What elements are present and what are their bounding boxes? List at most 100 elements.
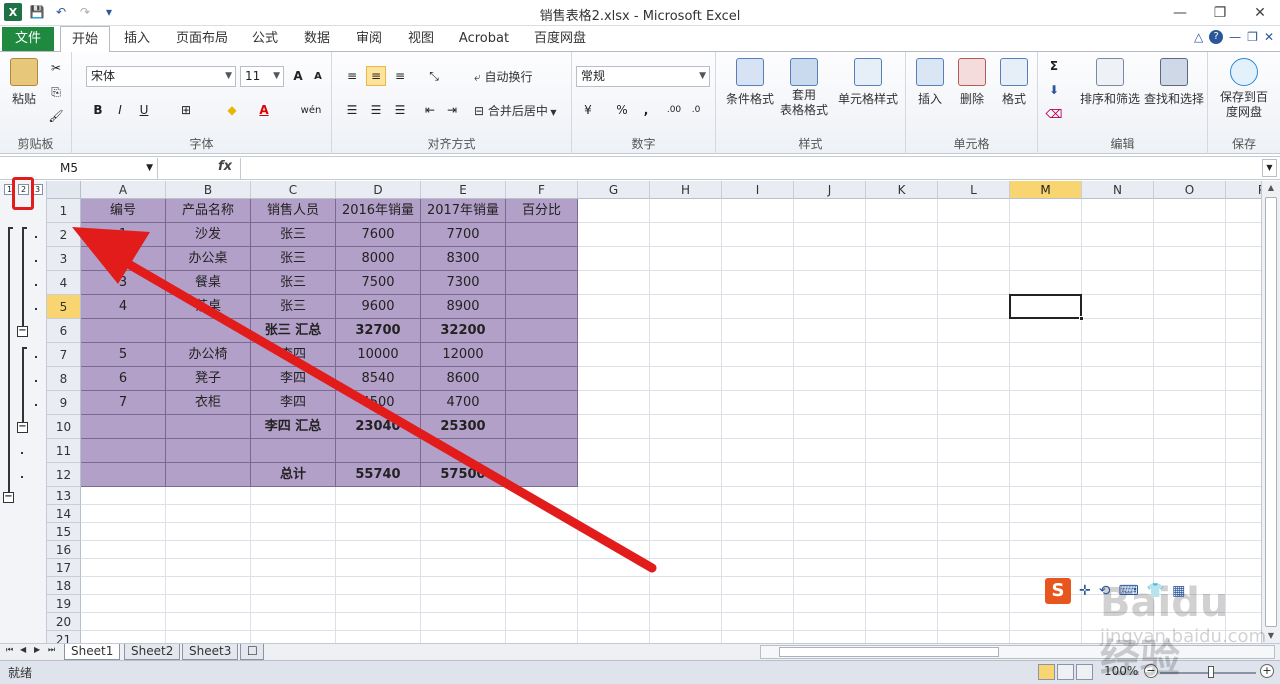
row-header[interactable]: 11 (47, 439, 81, 463)
column-header[interactable]: M (1010, 181, 1082, 199)
paste-button[interactable]: 粘贴 (6, 58, 42, 107)
grid-cell[interactable] (1226, 439, 1261, 463)
grid-cell[interactable] (578, 541, 650, 559)
table-cell[interactable] (166, 439, 251, 463)
wrap-text-button[interactable]: ⤶ 自动换行 (474, 68, 564, 85)
table-cell[interactable]: 办公桌 (166, 247, 251, 271)
grid-cell[interactable] (1226, 367, 1261, 391)
row-header[interactable]: 7 (47, 343, 81, 367)
table-cell[interactable]: 凳子 (166, 367, 251, 391)
normal-view-button[interactable] (1038, 664, 1055, 680)
help-icon[interactable]: ? (1209, 30, 1224, 44)
format-cells-button[interactable]: 格式 (994, 58, 1034, 107)
grid-cell[interactable] (421, 613, 506, 631)
grid-cell[interactable] (722, 271, 794, 295)
grid-cell[interactable] (1226, 199, 1261, 223)
tab-view[interactable]: 视图 (398, 26, 444, 52)
grid-cell[interactable] (794, 541, 866, 559)
grid-cell[interactable] (866, 613, 938, 631)
grid-cell[interactable] (650, 295, 722, 319)
grid-cell[interactable] (81, 595, 166, 613)
table-cell[interactable] (506, 463, 578, 487)
grid-cell[interactable] (1010, 487, 1082, 505)
grid-cell[interactable] (794, 487, 866, 505)
grid-cell[interactable] (650, 463, 722, 487)
grid-cell[interactable] (866, 343, 938, 367)
name-box[interactable]: M5 ▼ (0, 158, 158, 179)
table-cell[interactable]: 7300 (421, 271, 506, 295)
ime-keyboard-icon[interactable]: ⌨ (1118, 583, 1138, 599)
row-header[interactable]: 4 (47, 271, 81, 295)
grid-cell[interactable] (1082, 559, 1154, 577)
grid-cell[interactable] (1226, 505, 1261, 523)
grid-cell[interactable] (421, 487, 506, 505)
grid-cell[interactable] (1010, 367, 1082, 391)
grid-cell[interactable] (336, 559, 421, 577)
close-button[interactable]: ✕ (1240, 0, 1280, 26)
grid-cell[interactable] (578, 613, 650, 631)
grid-cell[interactable] (722, 577, 794, 595)
grid-cell[interactable] (866, 541, 938, 559)
scroll-up-icon[interactable]: ▲ (1262, 181, 1280, 195)
grid-cell[interactable] (866, 199, 938, 223)
active-cell-outline[interactable] (1009, 294, 1084, 321)
collapse-group-zhangsan-button[interactable]: − (17, 326, 28, 337)
table-cell[interactable]: 茶桌 (166, 295, 251, 319)
grid-cell[interactable] (1226, 415, 1261, 439)
grid-cell[interactable] (1010, 199, 1082, 223)
grid-cell[interactable] (81, 541, 166, 559)
grid-cell[interactable] (1154, 631, 1226, 643)
italic-button[interactable]: I (110, 100, 130, 120)
font-color-button[interactable]: A (254, 100, 274, 120)
grid-cell[interactable] (794, 613, 866, 631)
grid-cell[interactable] (866, 487, 938, 505)
table-cell[interactable]: 李四 汇总 (251, 415, 336, 439)
grid-cell[interactable] (722, 295, 794, 319)
table-cell[interactable]: 9600 (336, 295, 421, 319)
table-cell[interactable]: 6 (81, 367, 166, 391)
grid-cell[interactable] (938, 559, 1010, 577)
grid-cell[interactable] (1082, 271, 1154, 295)
table-cell[interactable]: 张三 (251, 271, 336, 295)
grid-cell[interactable] (251, 505, 336, 523)
grid-cell[interactable] (938, 343, 1010, 367)
grid-cell[interactable] (1082, 523, 1154, 541)
grid-cell[interactable] (1226, 343, 1261, 367)
table-cell[interactable] (81, 319, 166, 343)
grid-cell[interactable] (506, 613, 578, 631)
grid-cell[interactable] (794, 577, 866, 595)
grid-cell[interactable] (866, 223, 938, 247)
zoom-level[interactable]: 100% (1104, 664, 1138, 678)
table-cell[interactable] (251, 439, 336, 463)
table-cell[interactable]: 7 (81, 391, 166, 415)
grid-cell[interactable] (650, 343, 722, 367)
grid-cell[interactable] (650, 247, 722, 271)
grid-cell[interactable] (1226, 391, 1261, 415)
phonetic-button[interactable]: wén (296, 100, 326, 120)
column-header[interactable]: E (421, 181, 506, 199)
grid-cell[interactable] (1154, 541, 1226, 559)
grid-cell[interactable] (722, 439, 794, 463)
formula-input[interactable] (240, 158, 1258, 179)
grid-cell[interactable] (1010, 319, 1082, 343)
decrease-decimal-icon[interactable]: .0 (686, 100, 706, 120)
grid-cell[interactable] (1226, 631, 1261, 643)
table-cell[interactable]: 李四 (251, 391, 336, 415)
tab-data[interactable]: 数据 (294, 26, 340, 52)
grid-cell[interactable] (794, 295, 866, 319)
grid-cell[interactable] (578, 247, 650, 271)
grid-cell[interactable] (336, 631, 421, 643)
table-cell[interactable] (81, 439, 166, 463)
grid-cell[interactable] (1226, 613, 1261, 631)
grid-cell[interactable] (1010, 559, 1082, 577)
align-center-icon[interactable]: ☰ (366, 100, 386, 120)
grid-cell[interactable] (1154, 319, 1226, 343)
grid-cell[interactable] (166, 577, 251, 595)
grid-cell[interactable] (722, 559, 794, 577)
grid-cell[interactable] (1082, 391, 1154, 415)
grid-cell[interactable] (938, 247, 1010, 271)
increase-indent-icon[interactable]: ⇥ (442, 100, 462, 120)
grid-cell[interactable] (650, 559, 722, 577)
ime-skin-icon[interactable]: 👕 (1147, 583, 1164, 599)
grid-cell[interactable] (251, 577, 336, 595)
